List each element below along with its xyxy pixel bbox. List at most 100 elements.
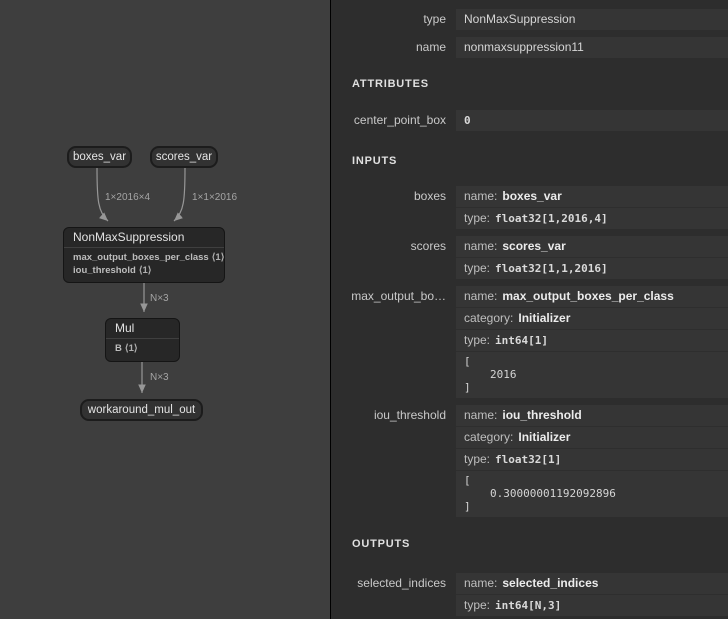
tensor-category: Initializer xyxy=(518,430,570,444)
tensor-name: max_output_boxes_per_class xyxy=(502,289,673,303)
graph-node-boxes-var[interactable]: boxes_var xyxy=(67,146,132,168)
tensor-type-line: type: int64[1] xyxy=(456,329,728,351)
graph-node-mul[interactable]: Mul B⟨1⟩ xyxy=(105,318,180,362)
graph-node-nonmaxsuppression[interactable]: NonMaxSuppression max_output_boxes_per_c… xyxy=(63,227,225,283)
property-label-type: type xyxy=(331,9,446,30)
center-point-box-value-box[interactable]: 0 xyxy=(456,110,728,131)
node-label: workaround_mul_out xyxy=(88,404,195,416)
tensor-name: scores_var xyxy=(502,239,565,253)
attr-count: ⟨1⟩ xyxy=(139,265,152,276)
graph-edges xyxy=(0,0,331,619)
tensor-name: boxes_var xyxy=(502,189,561,203)
input-label: boxes xyxy=(331,186,446,207)
bracket-open: [ xyxy=(464,355,728,368)
node-title: Mul xyxy=(106,319,179,339)
key-type: type: xyxy=(464,598,490,612)
input-row-scores: scores name: scores_var type:float32[1,1,… xyxy=(331,236,728,279)
node-attributes: max_output_boxes_per_class⟨1⟩ iou_thresh… xyxy=(64,248,224,282)
type-value-text: NonMaxSuppression xyxy=(464,12,575,26)
edge-shape-label: N×3 xyxy=(150,293,169,304)
tensor-category-line: category: Initializer xyxy=(456,307,728,329)
key-category: category: xyxy=(464,311,513,325)
tensor-value: 2016 xyxy=(464,368,728,381)
tensor-type: int64[N,3] xyxy=(495,599,561,612)
iou-threshold-value-box[interactable]: name:iou_threshold category:Initializer … xyxy=(456,405,728,517)
graph-node-workaround-mul-out[interactable]: workaround_mul_out xyxy=(80,399,203,421)
key-name: name: xyxy=(464,408,497,422)
tensor-name-line: name: selected_indices xyxy=(456,573,728,594)
graph-canvas[interactable]: boxes_var scores_var 1×2016×4 1×1×2016 N… xyxy=(0,0,331,619)
type-value: NonMaxSuppression xyxy=(456,9,728,30)
tensor-type-line: type:float32[1,1,2016] xyxy=(456,257,728,279)
output-label: selected_indices xyxy=(331,573,446,594)
attr-name: max_output_boxes_per_class xyxy=(73,252,209,263)
tensor-type-line: type: float32[1] xyxy=(456,448,728,470)
bracket-open: [ xyxy=(464,474,728,487)
tensor-name: selected_indices xyxy=(502,576,598,590)
attribute-row-center-point-box: center_point_box 0 xyxy=(331,110,728,131)
section-title-outputs: OUTPUTS xyxy=(352,538,728,550)
tensor-type: float32[1,1,2016] xyxy=(495,262,608,275)
node-attr: max_output_boxes_per_class⟨1⟩ xyxy=(73,252,215,265)
name-value-text: nonmaxsuppression11 xyxy=(464,40,584,54)
tensor-value: 0.30000001192092896 xyxy=(464,487,728,500)
key-name: name: xyxy=(464,239,497,253)
node-label: boxes_var xyxy=(73,151,126,163)
tensor-type: float32[1,2016,4] xyxy=(495,212,608,225)
tensor-name-line: name: iou_threshold xyxy=(456,405,728,426)
section-title-attributes: ATTRIBUTES xyxy=(352,78,728,90)
key-name: name: xyxy=(464,576,497,590)
input-label: scores xyxy=(331,236,446,257)
input-row-iou-threshold: iou_threshold name: iou_threshold categor… xyxy=(331,405,728,517)
attribute-value-text: 0 xyxy=(464,114,471,127)
key-type: type: xyxy=(464,211,490,225)
attr-count: ⟨1⟩ xyxy=(212,252,225,263)
selected-indices-value-box[interactable]: name: selected_indices type: int64[N,3] xyxy=(456,573,728,616)
tensor-value-block: [ 0.30000001192092896 ] xyxy=(456,470,728,517)
attr-name: B xyxy=(115,343,122,354)
edge-shape-label: 1×2016×4 xyxy=(105,192,150,203)
node-attr: B⟨1⟩ xyxy=(115,343,170,356)
key-name: name: xyxy=(464,189,497,203)
property-row-type: type NonMaxSuppression xyxy=(331,9,728,30)
node-attr: iou_threshold⟨1⟩ xyxy=(73,265,215,278)
section-title-inputs: INPUTS xyxy=(352,155,728,167)
node-title: NonMaxSuppression xyxy=(64,228,224,248)
key-type: type: xyxy=(464,333,490,347)
edge-shape-label: N×3 xyxy=(150,372,169,383)
attr-name: iou_threshold xyxy=(73,265,136,276)
key-name: name: xyxy=(464,289,497,303)
tensor-type-line: type: float32[1,2016,4] xyxy=(456,207,728,229)
tensor-name: iou_threshold xyxy=(502,408,581,422)
tensor-type: float32[1] xyxy=(495,453,561,466)
property-label-name: name xyxy=(331,37,446,58)
edge-shape-label: 1×1×2016 xyxy=(192,192,237,203)
input-label: iou_threshold xyxy=(331,405,446,426)
tensor-category-line: category: Initializer xyxy=(456,426,728,448)
tensor-type: int64[1] xyxy=(495,334,548,347)
input-label: max_output_bo… xyxy=(331,286,446,307)
input-row-boxes: boxes name: boxes_var type: float32[1,2016… xyxy=(331,186,728,229)
bracket-close: ] xyxy=(464,381,728,394)
tensor-category: Initializer xyxy=(518,311,570,325)
type-value-box[interactable]: NonMaxSuppression xyxy=(456,9,728,30)
attribute-label: center_point_box xyxy=(331,110,446,131)
node-attributes: B⟨1⟩ xyxy=(106,339,179,361)
boxes-value-box[interactable]: name: boxes_var type: float32[1,2016,4] xyxy=(456,186,728,229)
scores-value-box[interactable]: name: scores_var type:float32[1,1,2016] xyxy=(456,236,728,279)
key-type: type: xyxy=(464,452,490,466)
max-output-value-box[interactable]: name: max_output_boxes_per_class category… xyxy=(456,286,728,398)
bracket-close: ] xyxy=(464,500,728,513)
graph-node-scores-var[interactable]: scores_var xyxy=(150,146,218,168)
output-row-selected-indices: selected_indices name: selected_indices t… xyxy=(331,573,728,616)
tensor-type-line: type: int64[N,3] xyxy=(456,594,728,616)
edge-scores-to-nms xyxy=(174,168,185,221)
name-value-box[interactable]: nonmaxsuppression11 xyxy=(456,37,728,58)
tensor-value-block: [ 2016 ] xyxy=(456,351,728,398)
attribute-value: 0 xyxy=(456,110,728,131)
key-category: category: xyxy=(464,430,513,444)
attr-count: ⟨1⟩ xyxy=(125,343,138,354)
node-properties-panel: type NonMaxSuppression name nonmaxsuppre… xyxy=(331,0,728,619)
tensor-name-line: name: scores_var xyxy=(456,236,728,257)
node-label: scores_var xyxy=(156,151,212,163)
